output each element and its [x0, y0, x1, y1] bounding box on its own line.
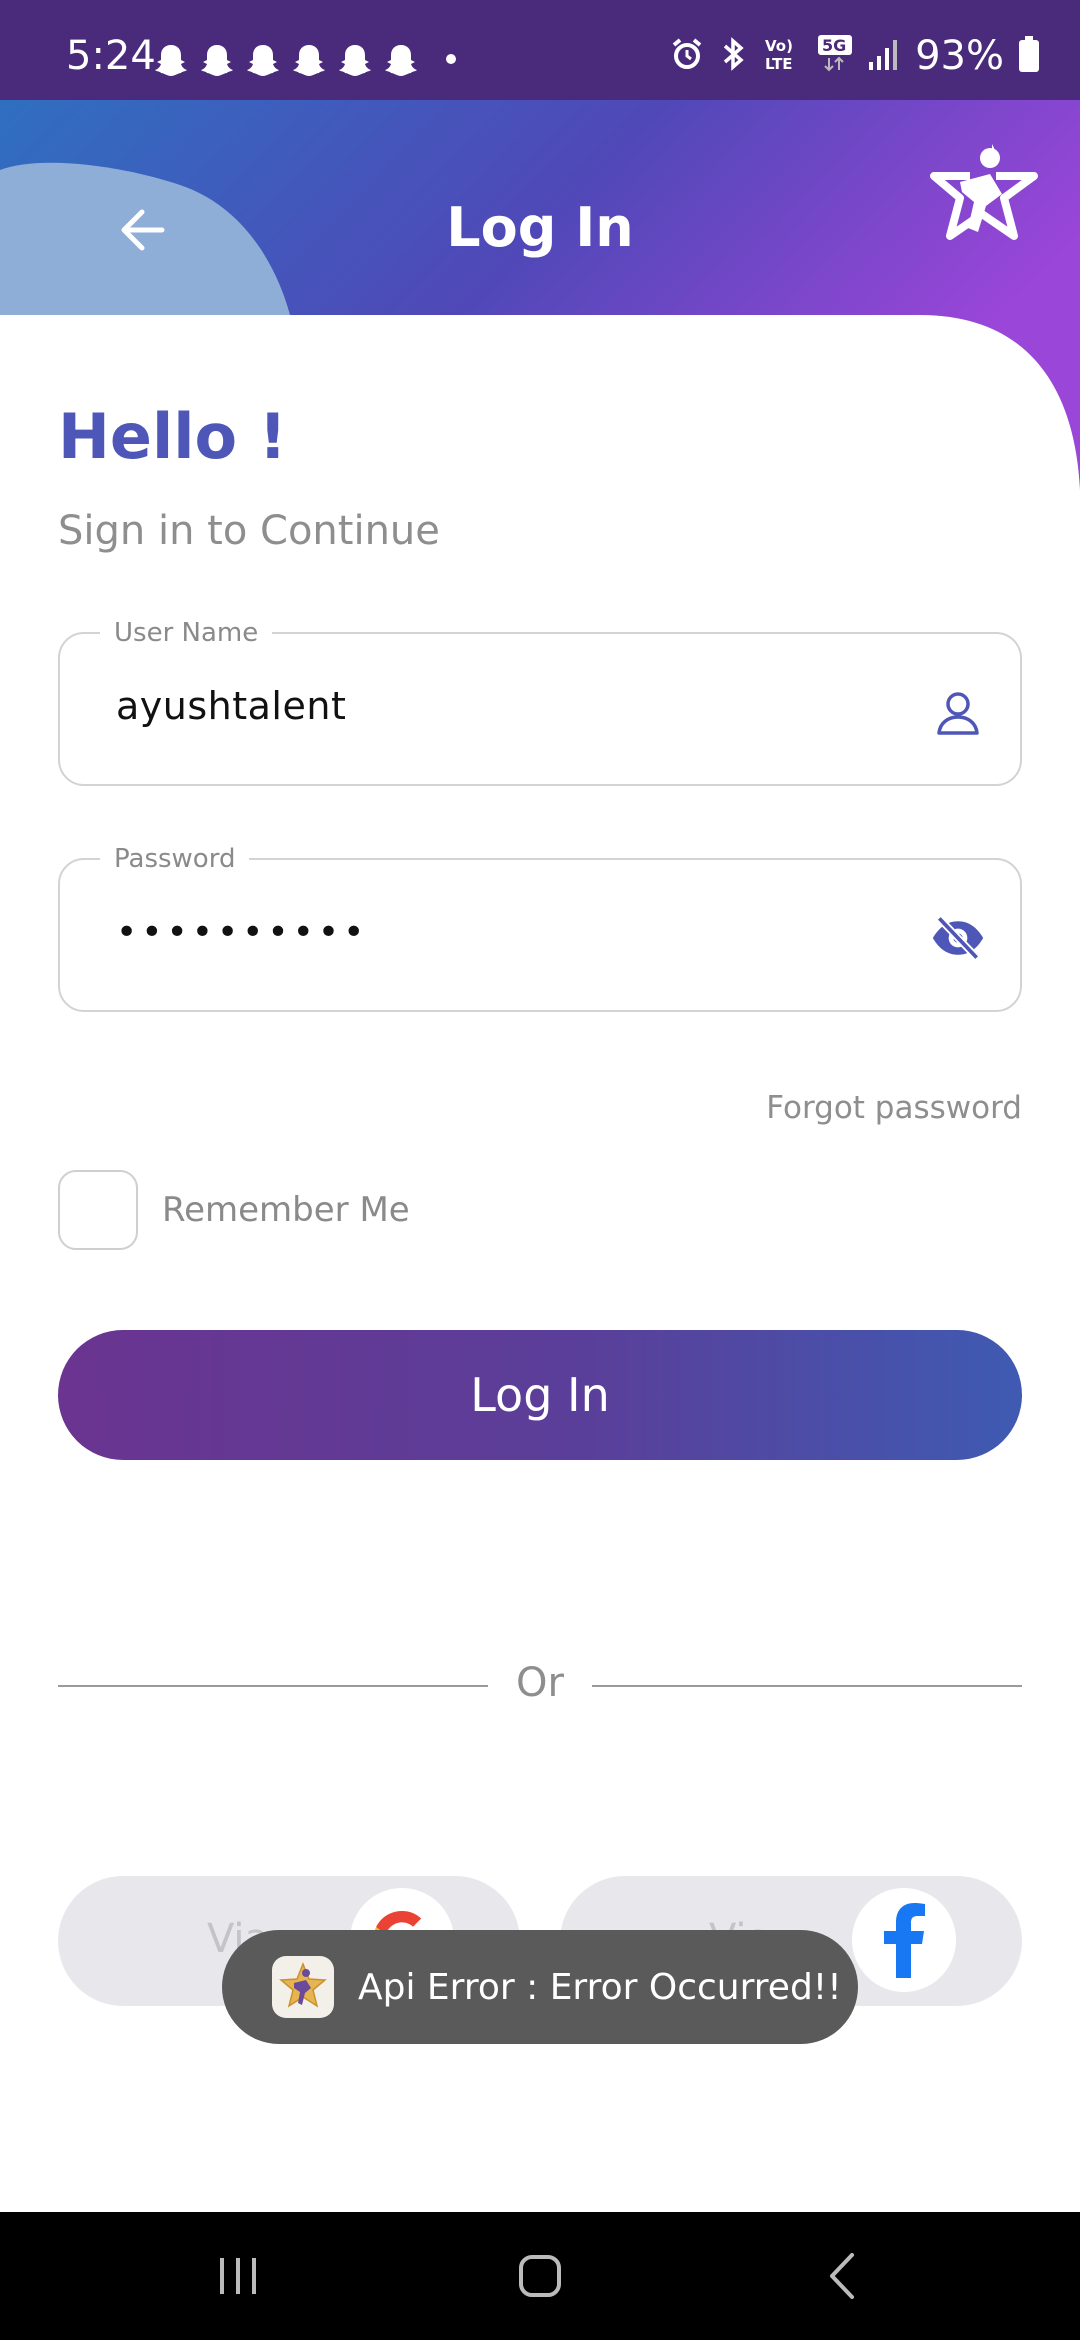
snapchat-icon — [382, 42, 420, 80]
app-logo-icon — [272, 1956, 334, 2018]
greeting-subtitle: Sign in to Continue — [58, 508, 440, 554]
snapchat-icon — [244, 42, 282, 80]
battery-icon — [1018, 35, 1040, 77]
username-field[interactable]: User Name ayushtalent — [58, 618, 1022, 786]
svg-text:Vo): Vo) — [765, 37, 793, 55]
notification-icons — [152, 42, 420, 80]
snapchat-icon — [336, 42, 374, 80]
divider-line-left — [58, 1685, 488, 1687]
star-person-logo-icon — [930, 136, 1040, 250]
signal-icon — [867, 36, 901, 76]
volte-icon: Vo) LTE — [763, 35, 803, 77]
greeting-title: Hello ! — [58, 400, 287, 473]
divider-line-right — [592, 1685, 1022, 1687]
snapchat-icon — [198, 42, 236, 80]
back-icon[interactable] — [812, 2246, 872, 2306]
svg-text:LTE: LTE — [765, 55, 793, 73]
more-notifications-dot — [446, 54, 456, 64]
remember-me-checkbox[interactable] — [58, 1170, 138, 1250]
5g-icon: 5G — [817, 34, 853, 78]
status-indicators: Vo) LTE 5G 93% — [669, 34, 1040, 78]
bluetooth-icon — [719, 36, 749, 76]
page-title: Log In — [446, 196, 634, 259]
svg-text:5G: 5G — [822, 36, 846, 55]
snapchat-icon — [290, 42, 328, 80]
alarm-icon — [669, 36, 705, 76]
user-icon — [930, 684, 986, 740]
snapchat-icon — [152, 42, 190, 80]
username-label: User Name — [100, 618, 273, 648]
status-bar: 5:24 Vo) LTE 5G 93% — [0, 0, 1080, 100]
home-icon[interactable] — [510, 2246, 570, 2306]
divider-or-text: Or — [516, 1660, 564, 1706]
forgot-password-link[interactable]: Forgot password — [766, 1090, 1022, 1126]
status-time: 5:24 — [66, 33, 156, 79]
password-field[interactable]: Password •••••••••• — [58, 844, 1022, 1012]
system-nav-bar — [0, 2212, 1080, 2340]
password-input[interactable]: •••••••••• — [116, 912, 368, 953]
remember-me-label[interactable]: Remember Me — [162, 1190, 410, 1230]
facebook-icon — [852, 1888, 956, 1992]
eye-off-icon[interactable] — [930, 910, 986, 966]
username-input[interactable]: ayushtalent — [116, 684, 346, 728]
login-button[interactable]: Log In — [58, 1330, 1022, 1460]
battery-percent: 93% — [915, 33, 1004, 79]
recents-icon[interactable] — [208, 2246, 268, 2306]
toast-message: Api Error : Error Occurred!! — [358, 1966, 842, 2008]
error-toast: Api Error : Error Occurred!! — [222, 1930, 858, 2044]
password-label: Password — [100, 844, 250, 874]
